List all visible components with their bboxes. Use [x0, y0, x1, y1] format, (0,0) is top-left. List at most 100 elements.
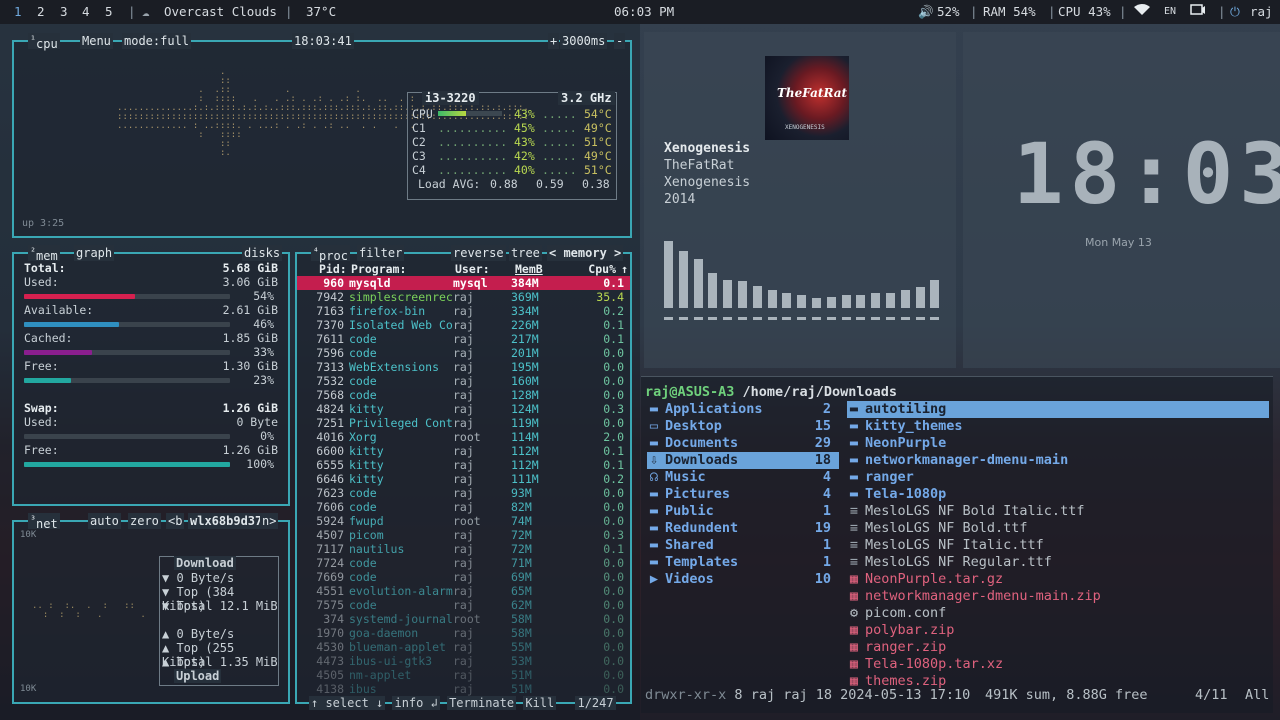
process-row[interactable]: 7117 nautilus raj 72M 0.1: [297, 542, 630, 556]
workspace-5[interactable]: 5: [105, 4, 113, 19]
net-prev-iface[interactable]: <b: [166, 513, 185, 529]
fm-path[interactable]: /home/raj/Downloads: [743, 384, 897, 400]
keyboard-layout[interactable]: EN: [1164, 6, 1176, 17]
process-row[interactable]: 7669 code raj 69M 0.0: [297, 570, 630, 584]
fm-entry[interactable]: ▬ Tela-1080p: [847, 486, 1269, 503]
fm-entry[interactable]: ▬ NeonPurple: [847, 435, 1269, 452]
proc-reverse-toggle[interactable]: reverse: [451, 245, 506, 261]
process-row[interactable]: 7251 Privileged Cont raj 119M 0.0: [297, 416, 630, 430]
process-row[interactable]: 7532 code raj 160M 0.0: [297, 374, 630, 388]
net-box-title[interactable]: ³net: [28, 513, 60, 531]
process-row[interactable]: 7724 code raj 71M 0.0: [297, 556, 630, 570]
fm-bookmark-music[interactable]: ☊ Music 4: [647, 469, 839, 486]
fm-entry[interactable]: ▬ autotiling: [847, 401, 1269, 418]
pid-header[interactable]: Pid:: [319, 262, 347, 276]
process-row[interactable]: 4473 ibus-ui-gtk3 raj 53M 0.0: [297, 654, 630, 668]
fm-entry[interactable]: ▦ NeonPurple.tar.gz: [847, 571, 1269, 588]
process-row[interactable]: 4824 kitty raj 124M 0.3: [297, 402, 630, 416]
fm-entry[interactable]: ▬ kitty_themes: [847, 418, 1269, 435]
mem-graph-toggle[interactable]: graph: [74, 245, 115, 261]
process-row[interactable]: 4016 Xorg root 114M 2.0: [297, 430, 630, 444]
wifi-icon[interactable]: [1134, 4, 1150, 19]
mode-button[interactable]: mode:full: [122, 33, 192, 49]
workspace-2[interactable]: 2: [37, 4, 45, 19]
process-row[interactable]: 7575 code raj 62M 0.0: [297, 598, 630, 612]
screen-record-icon[interactable]: [1190, 4, 1206, 19]
process-row[interactable]: 7370 Isolated Web Co raj 226M 0.1: [297, 318, 630, 332]
process-row[interactable]: 4505 nm-applet raj 51M 0.0: [297, 668, 630, 682]
fm-entry[interactable]: ▦ Tela-1080p.tar.xz: [847, 656, 1269, 673]
fm-entry[interactable]: ▬ ranger: [847, 469, 1269, 486]
select-control[interactable]: ↑ select ↓: [309, 696, 386, 710]
fm-bookmark-videos[interactable]: ▶ Videos 10: [647, 571, 839, 588]
process-row[interactable]: 1970 goa-daemon raj 58M 0.0: [297, 626, 630, 640]
process-row[interactable]: 6555 kitty raj 112M 0.1: [297, 458, 630, 472]
cpu-box-title[interactable]: ¹cpu: [28, 33, 60, 51]
workspace-1[interactable]: 1: [14, 4, 22, 19]
fm-bookmark-shared[interactable]: ▬ Shared 1: [647, 537, 839, 554]
menu-button[interactable]: Menu: [80, 33, 113, 49]
process-row[interactable]: 6646 kitty raj 111M 0.2: [297, 472, 630, 486]
fm-bookmark-desktop[interactable]: ▭ Desktop 15: [647, 418, 839, 435]
mem-box-title[interactable]: ²mem: [28, 245, 60, 263]
process-row[interactable]: 4138 ibus raj 51M 0.0: [297, 682, 630, 696]
terminate-button[interactable]: Terminate: [447, 696, 517, 710]
proc-tree-toggle[interactable]: tree: [509, 245, 542, 261]
process-user: raj: [453, 682, 474, 696]
net-next-iface[interactable]: n>: [260, 513, 279, 529]
fm-entry[interactable]: ▬ networkmanager-dmenu-main: [847, 452, 1269, 469]
fm-bookmark-public[interactable]: ▬ Public 1: [647, 503, 839, 520]
proc-filter[interactable]: filter: [357, 245, 405, 261]
cpu-header[interactable]: Cpu%: [588, 262, 616, 276]
fm-entry[interactable]: ≡ MesloLGS NF Bold.ttf: [847, 520, 1269, 537]
workspace-4[interactable]: 4: [82, 4, 90, 19]
kill-button[interactable]: Kill: [523, 696, 557, 710]
process-row[interactable]: 7596 code raj 201M 0.0: [297, 346, 630, 360]
fm-entry[interactable]: ≡ MesloLGS NF Regular.ttf: [847, 554, 1269, 571]
mem-header[interactable]: MemB: [515, 262, 543, 276]
process-row[interactable]: 7163 firefox-bin raj 334M 0.2: [297, 304, 630, 318]
process-row[interactable]: 7623 code raj 93M 0.0: [297, 486, 630, 500]
process-row[interactable]: 4530 blueman-applet raj 55M 0.0: [297, 640, 630, 654]
fm-bookmark-pictures[interactable]: ▬ Pictures 4: [647, 486, 839, 503]
fm-entry[interactable]: ≡ MesloLGS NF Bold Italic.ttf: [847, 503, 1269, 520]
process-row[interactable]: 4551 evolution-alarm raj 65M 0.0: [297, 584, 630, 598]
fm-entry[interactable]: ⚙ picom.conf: [847, 605, 1269, 622]
scroll-up-icon[interactable]: ↑: [621, 262, 628, 276]
program-header[interactable]: Program:: [351, 262, 406, 276]
proc-sort-selector[interactable]: < memory >: [547, 245, 624, 261]
info-button[interactable]: info ↲: [392, 696, 440, 710]
volume-level[interactable]: 52%: [937, 4, 960, 19]
net-auto-toggle[interactable]: auto: [88, 513, 121, 529]
process-row[interactable]: 6600 kitty raj 112M 0.1: [297, 444, 630, 458]
net-zero-toggle[interactable]: zero: [128, 513, 161, 529]
process-row[interactable]: 7606 code raj 82M 0.0: [297, 500, 630, 514]
user-name[interactable]: raj: [1250, 4, 1273, 19]
workspace-3[interactable]: 3: [60, 4, 68, 19]
fm-bookmark-applications[interactable]: ▬ Applications 2: [647, 401, 839, 418]
user-header[interactable]: User:: [455, 262, 490, 276]
fm-bookmark-templates[interactable]: ▬ Templates 1: [647, 554, 839, 571]
fm-entry[interactable]: ≡ MesloLGS NF Italic.ttf: [847, 537, 1269, 554]
proc-box-title[interactable]: ⁴proc: [311, 245, 350, 263]
process-row[interactable]: 4507 picom raj 72M 0.3: [297, 528, 630, 542]
interval-increase[interactable]: +: [548, 33, 560, 49]
power-icon[interactable]: ⏻: [1230, 4, 1240, 20]
process-row[interactable]: 7568 code raj 128M 0.0: [297, 388, 630, 402]
fm-entry[interactable]: ▦ ranger.zip: [847, 639, 1269, 656]
fm-bookmark-redundent[interactable]: ▬ Redundent 19: [647, 520, 839, 537]
process-row[interactable]: 374 systemd-journal root 58M 0.0: [297, 612, 630, 626]
volume-icon[interactable]: 🔊: [918, 4, 934, 20]
process-row[interactable]: 7313 WebExtensions raj 195M 0.0: [297, 360, 630, 374]
process-row[interactable]: 5924 fwupd root 74M 0.0: [297, 514, 630, 528]
interval-decrease[interactable]: -: [614, 33, 626, 49]
process-row[interactable]: 960 mysqld mysql 384M 0.1: [297, 276, 630, 290]
fm-bookmark-downloads[interactable]: ⇩ Downloads 18: [647, 452, 839, 469]
fm-entry[interactable]: ▦ networkmanager-dmenu-main.zip: [847, 588, 1269, 605]
fm-entry[interactable]: ▦ polybar.zip: [847, 622, 1269, 639]
process-row[interactable]: 7611 code raj 217M 0.1: [297, 332, 630, 346]
disks-toggle[interactable]: disks: [242, 245, 283, 261]
clock-text[interactable]: 06:03 PM: [614, 4, 674, 19]
fm-bookmark-documents[interactable]: ▬ Documents 29: [647, 435, 839, 452]
process-row[interactable]: 7942 simplescreenrec raj 369M 35.4: [297, 290, 630, 304]
